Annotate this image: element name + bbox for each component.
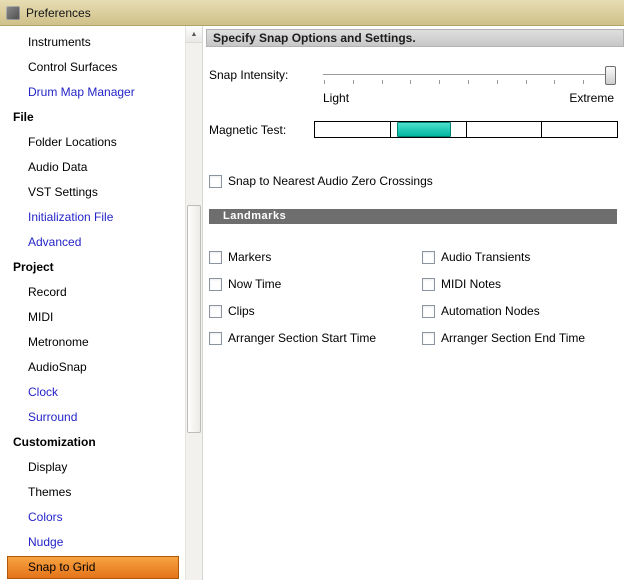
sidebar-scrollbar[interactable]: ▲ bbox=[185, 26, 202, 580]
magnetic-test-segment-3 bbox=[467, 122, 543, 137]
arranger-section-end-time-checkbox[interactable] bbox=[422, 331, 435, 345]
title-bar: Preferences bbox=[0, 0, 624, 26]
sidebar-item-file: File bbox=[13, 110, 34, 124]
checkbox-label: MIDI Notes bbox=[441, 277, 502, 291]
magnetic-test-segment-2 bbox=[391, 122, 467, 137]
checkbox-label: Clips bbox=[228, 304, 255, 318]
sidebar-item-vst-settings[interactable]: VST Settings bbox=[0, 180, 186, 205]
landmark-option-automation-nodes[interactable]: Automation Nodes bbox=[422, 304, 624, 318]
snap-intensity-slider[interactable]: Light Extreme bbox=[321, 65, 616, 111]
landmarks-section-header: Landmarks bbox=[209, 209, 617, 224]
sidebar-item-record[interactable]: Record bbox=[0, 280, 186, 305]
slider-tick bbox=[496, 80, 498, 84]
snap-intensity-label: Snap Intensity: bbox=[209, 68, 289, 82]
snap-intensity-row: Snap Intensity: Light Extreme bbox=[209, 65, 624, 111]
sidebar-item-project: Project bbox=[13, 260, 54, 274]
app-icon bbox=[6, 5, 20, 20]
sidebar-item-themes[interactable]: Themes bbox=[0, 480, 186, 505]
checkbox-label: Audio Transients bbox=[441, 250, 531, 264]
slider-tick bbox=[583, 80, 585, 84]
slider-tick bbox=[324, 80, 325, 84]
landmark-option-now-time[interactable]: Now Time bbox=[209, 277, 422, 291]
scrollbar-thumb[interactable] bbox=[187, 205, 201, 433]
sidebar-item-initialization-file[interactable]: Initialization File bbox=[0, 205, 186, 230]
panel-header: Specify Snap Options and Settings. bbox=[206, 29, 624, 47]
automation-nodes-checkbox[interactable] bbox=[422, 304, 435, 318]
sidebar-item-metronome[interactable]: Metronome bbox=[0, 330, 186, 355]
sidebar-item-audiosnap[interactable]: AudioSnap bbox=[0, 355, 186, 380]
sidebar-item-drum-map-manager[interactable]: Drum Map Manager bbox=[0, 80, 186, 105]
landmark-option-clips[interactable]: Clips bbox=[209, 304, 422, 318]
slider-tick bbox=[439, 80, 441, 84]
sidebar-item-colors[interactable]: Colors bbox=[0, 505, 186, 530]
sidebar-list: Instruments Control Surfaces Drum Map Mana… bbox=[0, 26, 186, 579]
snap-to-grid-panel: Specify Snap Options and Settings. Snap … bbox=[203, 26, 624, 580]
markers-checkbox[interactable] bbox=[209, 250, 222, 264]
slider-tick bbox=[525, 80, 527, 84]
slider-tick bbox=[410, 80, 412, 84]
slider-track[interactable] bbox=[323, 74, 614, 76]
sidebar-item-midi[interactable]: MIDI bbox=[0, 305, 186, 330]
midi-notes-checkbox[interactable] bbox=[422, 277, 435, 291]
checkbox-label: Arranger Section Start Time bbox=[228, 331, 377, 345]
sidebar-item-nudge[interactable]: Nudge bbox=[0, 530, 186, 555]
landmark-option-arranger-section-start-time[interactable]: Arranger Section Start Time bbox=[209, 331, 422, 345]
slider-tick bbox=[554, 80, 556, 84]
sidebar-item-folder-locations[interactable]: Folder Locations bbox=[0, 130, 186, 155]
slider-tick bbox=[381, 80, 383, 84]
landmark-option-markers[interactable]: Markers bbox=[209, 250, 422, 264]
landmark-option-midi-notes[interactable]: MIDI Notes bbox=[422, 277, 624, 291]
sidebar-item-audio-data[interactable]: Audio Data bbox=[0, 155, 186, 180]
window-title: Preferences bbox=[26, 5, 91, 20]
landmark-option-audio-transients[interactable]: Audio Transients bbox=[422, 250, 624, 264]
slider-thumb[interactable] bbox=[605, 66, 616, 85]
sidebar-item-customization: Customization bbox=[13, 435, 96, 449]
magnetic-test-segment-1 bbox=[315, 122, 391, 137]
zero-crossings-label: Snap to Nearest Audio Zero Crossings bbox=[228, 174, 433, 188]
checkbox-label: Automation Nodes bbox=[441, 304, 540, 318]
checkbox-label: Now Time bbox=[228, 277, 282, 291]
clips-checkbox[interactable] bbox=[209, 304, 222, 318]
sidebar-item-surround[interactable]: Surround bbox=[0, 405, 186, 430]
sidebar-item-snap-to-grid[interactable]: Snap to Grid bbox=[7, 556, 179, 579]
slider-min-label: Light bbox=[323, 91, 350, 105]
now-time-checkbox[interactable] bbox=[209, 277, 222, 291]
slider-tick bbox=[352, 80, 354, 84]
audio-transients-checkbox[interactable] bbox=[422, 250, 435, 264]
checkbox-label: Arranger Section End Time bbox=[441, 331, 586, 345]
magnetic-test-fill bbox=[396, 122, 451, 137]
landmark-option-arranger-section-end-time[interactable]: Arranger Section End Time bbox=[422, 331, 624, 345]
sidebar-item-clock[interactable]: Clock bbox=[0, 380, 186, 405]
magnetic-test-label: Magnetic Test: bbox=[209, 123, 287, 137]
landmarks-grid: Markers Audio Transients Now Time MIDI Note… bbox=[209, 250, 624, 345]
preferences-dialog: Instruments Control Surfaces Drum Map Mana… bbox=[0, 26, 624, 580]
slider-max-label: Extreme bbox=[569, 91, 614, 105]
checkbox-label: Markers bbox=[228, 250, 272, 264]
scroll-up-button[interactable]: ▲ bbox=[186, 26, 202, 43]
magnetic-test-row: Magnetic Test: bbox=[209, 121, 624, 138]
slider-labels: Light Extreme bbox=[323, 91, 614, 105]
sidebar-item-advanced[interactable]: Advanced bbox=[0, 230, 186, 255]
sidebar-item-instruments[interactable]: Instruments bbox=[0, 30, 186, 55]
sidebar-item-display[interactable]: Display bbox=[0, 455, 186, 480]
sidebar-item-control-surfaces[interactable]: Control Surfaces bbox=[0, 55, 186, 80]
preferences-sidebar: Instruments Control Surfaces Drum Map Mana… bbox=[0, 26, 203, 580]
zero-crossings-option[interactable]: Snap to Nearest Audio Zero Crossings bbox=[209, 174, 624, 188]
arranger-section-start-time-checkbox[interactable] bbox=[209, 331, 222, 345]
slider-tick bbox=[467, 80, 469, 84]
zero-crossings-checkbox[interactable] bbox=[209, 174, 222, 188]
magnetic-test-bar bbox=[314, 121, 618, 138]
slider-ticks bbox=[324, 80, 613, 84]
magnetic-test-segment-4 bbox=[542, 122, 617, 137]
